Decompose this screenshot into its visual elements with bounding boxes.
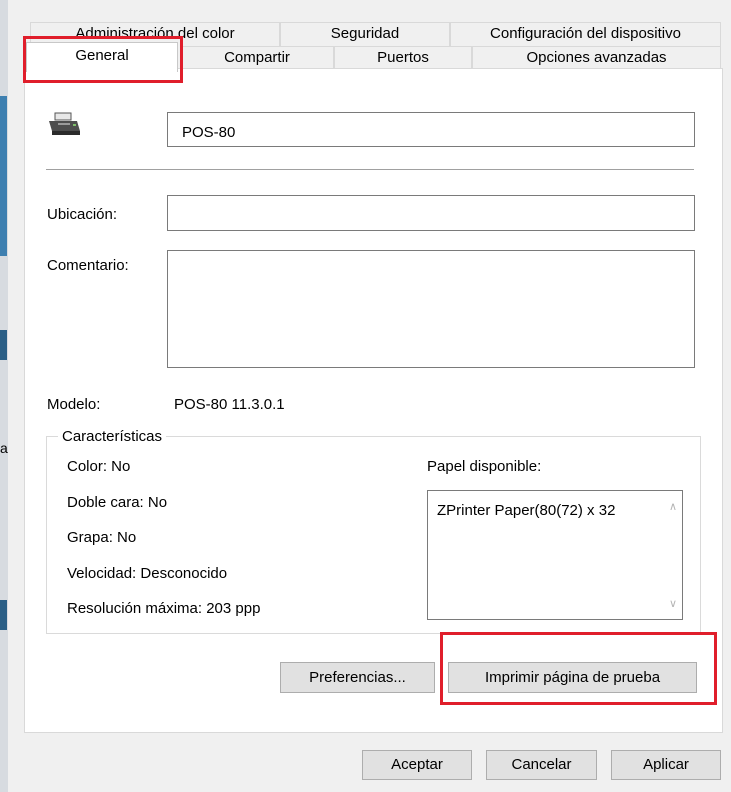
background-window-edge-glyph: a: [0, 440, 8, 456]
scrollbar[interactable]: ∧ ∨: [664, 491, 682, 619]
tab-advanced[interactable]: Opciones avanzadas: [472, 46, 721, 70]
printer-name-input[interactable]: POS-80: [167, 112, 695, 147]
paper-available-label: Papel disponible:: [427, 458, 542, 475]
printer-name-value: POS-80: [182, 124, 236, 141]
preferences-button[interactable]: Preferencias...: [280, 662, 435, 693]
model-label: Modelo:: [47, 396, 101, 413]
background-window-edge: [0, 600, 7, 630]
comment-value: [168, 251, 694, 261]
highlight-box-print-test-page: [440, 632, 717, 705]
chevron-down-icon[interactable]: ∨: [664, 597, 682, 611]
list-item[interactable]: ZPrinter Paper(80(72) x 32: [437, 501, 615, 521]
paper-listbox[interactable]: ZPrinter Paper(80(72) x 32 ∧ ∨: [427, 490, 683, 620]
ok-button[interactable]: Aceptar: [362, 750, 472, 780]
model-value: POS-80 11.3.0.1: [174, 396, 285, 413]
apply-button[interactable]: Aplicar: [611, 750, 721, 780]
location-label: Ubicación:: [47, 206, 118, 223]
feature-max-resolution: Resolución máxima: 203 ppp: [67, 600, 261, 617]
background-window-edge: [0, 330, 7, 360]
tab-device-settings[interactable]: Configuración del dispositivo: [450, 22, 721, 46]
feature-staple: Grapa: No: [67, 529, 137, 546]
feature-duplex: Doble cara: No: [67, 494, 168, 511]
tab-security[interactable]: Seguridad: [280, 22, 450, 46]
feature-speed: Velocidad: Desconocido: [67, 565, 228, 582]
printer-icon: [46, 112, 82, 138]
background-window-edge: [0, 96, 7, 256]
separator: [46, 169, 694, 170]
chevron-up-icon[interactable]: ∧: [664, 500, 682, 514]
feature-color: Color: No: [67, 458, 131, 475]
features-group-title: Características: [58, 428, 167, 446]
cancel-button[interactable]: Cancelar: [486, 750, 597, 780]
comment-input[interactable]: [167, 250, 695, 368]
tab-sharing[interactable]: Compartir: [180, 46, 334, 70]
location-input[interactable]: [167, 195, 695, 231]
location-value: [168, 196, 694, 206]
tab-ports[interactable]: Puertos: [334, 46, 472, 70]
comment-label: Comentario:: [47, 257, 129, 274]
highlight-box-general-tab: [23, 36, 183, 83]
